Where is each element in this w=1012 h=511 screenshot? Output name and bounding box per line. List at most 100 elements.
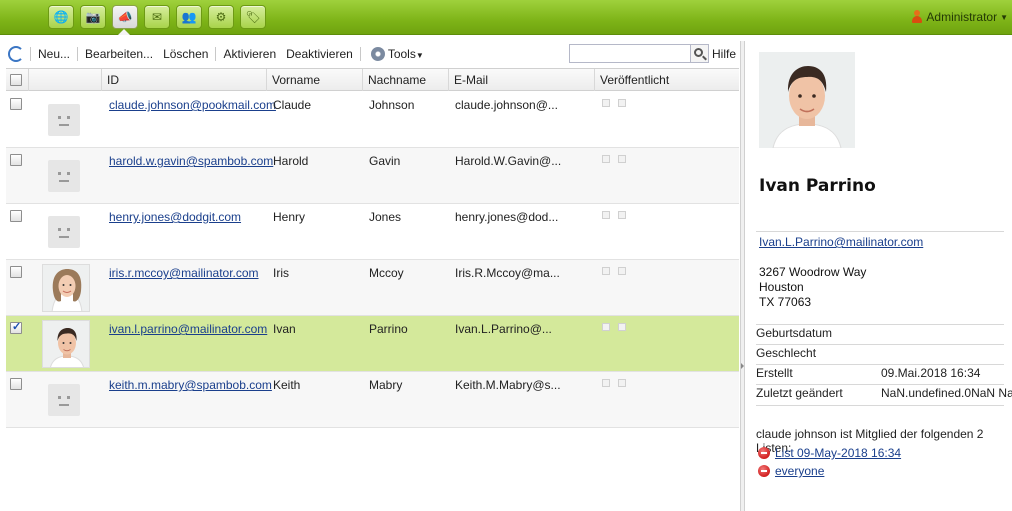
edit-button[interactable]: Bearbeiten... (80, 47, 158, 61)
published-checkbox (618, 99, 626, 107)
published-checkbox (602, 323, 610, 331)
user-menu[interactable]: Administrator ▼ (911, 10, 1008, 24)
megaphone-app-button[interactable]: 📣 (112, 5, 138, 29)
toolbar-separator (215, 47, 217, 61)
cell-id[interactable]: harold.w.gavin@spambob.com (109, 154, 273, 168)
delete-button[interactable]: Löschen (158, 47, 213, 61)
cell-firstname: Claude (273, 98, 312, 112)
avatar-placeholder-icon (48, 216, 80, 248)
table-row[interactable]: henry.jones@dodgit.com Henry Jones henry.jo… (6, 204, 739, 260)
cell-lastname: Jones (369, 210, 402, 224)
toolbar-separator (77, 47, 79, 61)
cell-id[interactable]: claude.johnson@pookmail.com (109, 98, 276, 112)
deactivate-button[interactable]: Deaktivieren (281, 47, 358, 61)
cell-lastname: Gavin (369, 154, 401, 168)
table-row[interactable]: claude.johnson@pookmail.com Claude Johnson… (6, 92, 739, 148)
table-row[interactable]: harold.w.gavin@spambob.com Harold Gavin Har… (6, 148, 739, 204)
address-line-3: TX 77063 (759, 295, 812, 309)
profile-photo (759, 52, 855, 148)
envelope-app-button[interactable]: ✉ (144, 5, 170, 29)
table-row[interactable]: keith.m.mabry@spambob.com Keith Mabry Keith… (6, 372, 739, 428)
published-checkbox (618, 267, 626, 275)
column-header-published[interactable]: Veröffentlicht (594, 69, 739, 91)
list-membership: everyone (758, 464, 824, 478)
camera-app-button[interactable]: 📷 (80, 5, 106, 29)
column-header-id[interactable]: ID (101, 69, 266, 91)
row-checkbox[interactable] (10, 378, 22, 390)
tag-app-button[interactable]: 🏷 (240, 5, 266, 29)
chevron-down-icon: ▼ (415, 51, 424, 60)
list-membership: List 09-May-2018 16:34 (758, 446, 901, 460)
toolbar-separator (30, 47, 31, 61)
search-input[interactable] (569, 44, 691, 63)
cell-id[interactable]: ivan.l.parrino@mailinator.com (109, 322, 267, 336)
address-line-2: Houston (759, 280, 804, 294)
cell-firstname: Ivan (273, 322, 296, 336)
table-row[interactable]: ivan.l.parrino@mailinator.com Ivan Parrino… (6, 316, 739, 372)
panel-splitter[interactable] (740, 41, 745, 511)
avatar (42, 264, 90, 312)
column-header-firstname[interactable]: Vorname (266, 69, 362, 91)
cell-lastname: Parrino (369, 322, 408, 336)
avatar-placeholder-icon (48, 104, 80, 136)
avatar (42, 320, 90, 368)
remove-icon[interactable] (758, 447, 770, 459)
avatar-placeholder-icon (48, 384, 80, 416)
collapse-arrow-icon[interactable] (741, 363, 744, 369)
help-button[interactable]: Hilfe (712, 47, 736, 61)
male-portrait-icon (43, 321, 89, 367)
envelope-icon: ✉ (151, 10, 163, 24)
divider (756, 231, 1004, 232)
activate-button[interactable]: Aktivieren (218, 47, 281, 61)
search-icon (694, 48, 703, 57)
list-link[interactable]: everyone (775, 464, 824, 478)
cell-id[interactable]: iris.r.mccoy@mailinator.com (109, 266, 259, 280)
top-navigation-bar: 🌐 📷 📣 ✉ 👥 ⚙ 🏷 Administrator ▼ (0, 0, 1012, 35)
cell-lastname: Mabry (369, 378, 403, 392)
published-checkbox (602, 211, 610, 219)
published-checkbox (618, 323, 626, 331)
refresh-icon[interactable] (8, 46, 24, 62)
published-checkbox (618, 155, 626, 163)
cell-id[interactable]: keith.m.mabry@spambob.com (109, 378, 272, 392)
divider (756, 405, 1004, 406)
address-line-1: 3267 Woodrow Way (759, 265, 867, 279)
new-button[interactable]: Neu... (33, 47, 75, 61)
column-header-lastname[interactable]: Nachname (362, 69, 448, 91)
user-name: Administrator (926, 10, 998, 24)
app-switcher: 🌐 📷 📣 ✉ 👥 ⚙ 🏷 (48, 5, 266, 29)
globe-app-button[interactable]: 🌐 (48, 5, 74, 29)
grid-toolbar: Neu... Bearbeiten... Löschen Aktivieren … (0, 41, 740, 67)
row-checkbox[interactable] (10, 266, 22, 278)
row-checkbox[interactable] (10, 320, 22, 334)
published-checkbox (618, 211, 626, 219)
grid-header: ID Vorname Nachname E-Mail Veröffentlich… (6, 69, 739, 91)
chevron-down-icon: ▼ (1000, 12, 1008, 22)
users-app-button[interactable]: 👥 (176, 5, 202, 29)
tools-menu-button[interactable]: Tools▼ (385, 47, 429, 61)
row-checkbox[interactable] (10, 98, 22, 110)
cell-lastname: Mccoy (369, 266, 404, 280)
gear-app-button[interactable]: ⚙ (208, 5, 234, 29)
row-checkbox[interactable] (10, 154, 22, 166)
user-detail-panel: Ivan Parrino Ivan.L.Parrino@mailinator.c… (746, 41, 1012, 511)
active-app-indicator (118, 29, 130, 35)
select-all-checkbox[interactable] (10, 74, 22, 86)
row-checkbox[interactable] (10, 210, 22, 222)
contact-email-link[interactable]: Ivan.L.Parrino@mailinator.com (759, 235, 923, 249)
published-checkbox (602, 379, 610, 387)
column-header-email[interactable]: E-Mail (448, 69, 594, 91)
remove-icon[interactable] (758, 465, 770, 477)
search-button[interactable] (691, 44, 709, 63)
list-link[interactable]: List 09-May-2018 16:34 (775, 446, 901, 460)
published-checkbox (602, 155, 610, 163)
megaphone-icon: 📣 (117, 10, 133, 24)
cell-firstname: Henry (273, 210, 306, 224)
divider (756, 364, 1004, 365)
cell-firstname: Iris (273, 266, 289, 280)
cell-id[interactable]: henry.jones@dodgit.com (109, 210, 241, 224)
user-icon (911, 10, 923, 24)
published-checkbox (618, 379, 626, 387)
table-row[interactable]: iris.r.mccoy@mailinator.com Iris Mccoy Iris… (6, 260, 739, 316)
cell-email: henry.jones@dod... (455, 210, 559, 224)
